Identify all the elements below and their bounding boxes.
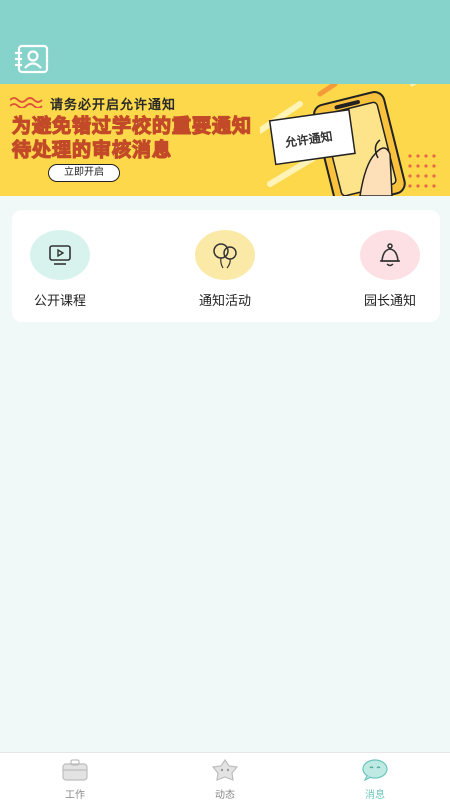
- quick-action-icon-bg: [30, 230, 90, 280]
- tab-label: 动态: [215, 790, 235, 800]
- balloon-icon: [213, 243, 237, 269]
- chat-bubble-icon: [362, 759, 388, 782]
- quick-action-public-course[interactable]: 公开课程: [20, 230, 100, 309]
- tab-work[interactable]: 工作: [45, 759, 105, 800]
- quick-actions-card: 公开课程 通知活动 园长通知: [12, 210, 440, 322]
- top-header: [0, 0, 450, 84]
- quick-action-icon-bg: [360, 230, 420, 280]
- quick-action-icon-bg: [195, 230, 255, 280]
- briefcase-icon: [62, 759, 88, 781]
- banner-title-line1: 为避免错过学校的重要通知: [11, 114, 253, 137]
- tab-label: 消息: [365, 790, 385, 800]
- quick-action-notice-activity[interactable]: 通知活动: [185, 230, 265, 309]
- contacts-button[interactable]: [14, 44, 50, 74]
- contacts-book-icon: [15, 44, 49, 74]
- tab-messages[interactable]: 消息: [345, 759, 405, 800]
- bell-icon: [380, 243, 400, 267]
- quick-action-label: 通知活动: [198, 294, 251, 309]
- tab-label: 工作: [65, 790, 85, 800]
- wave-decoration-icon: [10, 97, 43, 108]
- banner-title-line2: 待处理的审核消息: [11, 138, 173, 161]
- banner-title: 为避免错过学校的重要通知 待处理的审核消息: [11, 114, 253, 162]
- open-now-button[interactable]: 立即开启: [48, 164, 120, 182]
- quick-action-principal-notice[interactable]: 园长通知: [350, 230, 430, 309]
- banner-subtitle: 请务必开启允许通知: [50, 98, 177, 113]
- tab-dynamics[interactable]: 动态: [195, 758, 255, 800]
- bottom-tab-bar: 工作 动态 消息: [0, 752, 450, 800]
- quick-action-label: 公开课程: [33, 294, 86, 309]
- notification-banner[interactable]: 请务必开启允许通知 为避免错过学校的重要通知 待处理的审核消息 立即开启 允许通…: [0, 84, 450, 196]
- quick-action-label: 园长通知: [363, 294, 416, 309]
- star-face-icon: [211, 758, 239, 781]
- phone-hand-illustration-icon: 允许通知: [260, 84, 436, 196]
- video-play-icon: [49, 245, 71, 265]
